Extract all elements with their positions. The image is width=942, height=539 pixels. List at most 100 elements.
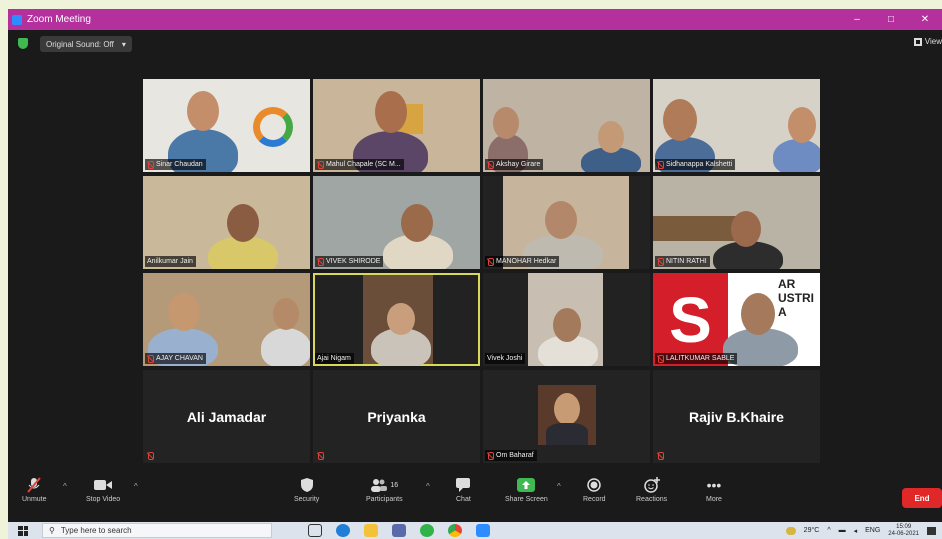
search-icon: ⚲ (49, 526, 55, 535)
video-camera-icon (94, 474, 113, 496)
participant-head (387, 303, 415, 335)
video-tile[interactable]: VIVEK SHIRODE (313, 176, 480, 269)
mic-muted-icon (317, 258, 324, 266)
zoom-taskbar-icon[interactable] (476, 524, 490, 537)
participant-name-label: Vivek Joshi (485, 353, 526, 364)
zoom-window: Zoom Meeting – □ ✕ Original Sound: Off ▾… (8, 9, 942, 539)
notifications-icon[interactable] (927, 526, 936, 535)
security-button[interactable]: Security (294, 474, 319, 503)
video-off-tile[interactable]: Ali Jamadar (143, 370, 310, 463)
video-off-tile[interactable]: Rajiv B.Khaire (653, 370, 820, 463)
mic-muted-icon (657, 258, 664, 266)
video-tile[interactable]: Anilkumar Jain (143, 176, 310, 269)
participants-icon: 16 (370, 474, 398, 496)
video-off-tile[interactable]: Priyanka (313, 370, 480, 463)
video-tile[interactable]: MANOHAR Hedkar (483, 176, 650, 269)
whatsapp-icon[interactable] (420, 524, 434, 537)
mic-muted-icon (487, 452, 494, 460)
participant-head (663, 99, 697, 141)
participant-name-label (655, 450, 669, 461)
meeting-top-bar: Original Sound: Off ▾ View (8, 30, 942, 56)
chrome-icon[interactable] (448, 524, 462, 537)
participants-button[interactable]: 16 Participants (366, 474, 403, 503)
participant-display-name: Ali Jamadar (186, 408, 267, 425)
original-sound-label: Original Sound: Off (46, 39, 114, 49)
video-tile[interactable]: Mahul Chapale (SC M... (313, 79, 480, 172)
mic-muted-icon (487, 258, 494, 266)
mic-muted-icon (317, 452, 324, 460)
mic-muted-icon (317, 161, 324, 169)
video-tile[interactable]: Sinar Chaudan (143, 79, 310, 172)
taskbar-clock[interactable]: 15:09 24-06-2021 (888, 524, 919, 538)
record-button[interactable]: Record (583, 474, 606, 503)
active-speaker-tile[interactable]: Ajai Nigam (313, 273, 480, 366)
network-icon[interactable]: ▬ (839, 527, 846, 534)
video-tile[interactable]: S AR USTRI A LALITKUMAR SABLE (653, 273, 820, 366)
video-tile[interactable]: Vivek Joshi (483, 273, 650, 366)
video-tile[interactable]: AJAY CHAVAN (143, 273, 310, 366)
temperature-label[interactable]: 29°C (804, 527, 820, 534)
meeting-controls: Unmute ^ Stop Video ^ Security 16 Partic… (8, 468, 942, 522)
participant-head (598, 121, 624, 153)
participant-name-label: Sinar Chaudan (145, 159, 206, 170)
video-tile[interactable]: Sidhanappa Kalshetti (653, 79, 820, 172)
share-options-caret[interactable]: ^ (557, 482, 561, 491)
participant-head (273, 298, 299, 330)
weather-icon[interactable] (785, 526, 796, 535)
video-options-caret[interactable]: ^ (134, 482, 138, 491)
close-button[interactable]: ✕ (908, 9, 942, 30)
window-controls: – □ ✕ (840, 9, 942, 30)
edge-icon[interactable] (336, 524, 350, 537)
video-tile[interactable]: NITIN RATHI (653, 176, 820, 269)
chat-button[interactable]: Chat (456, 474, 471, 503)
zoom-app-icon (12, 14, 22, 25)
mic-muted-icon (657, 452, 664, 460)
mic-muted-icon (147, 452, 154, 460)
end-meeting-button[interactable]: End (902, 488, 942, 508)
participant-head (187, 91, 219, 131)
chevron-down-icon: ▾ (121, 39, 126, 49)
participant-name-label: Mahul Chapale (SC M... (315, 159, 404, 170)
participant-body (773, 139, 820, 172)
volume-icon[interactable]: ◂ (854, 527, 858, 535)
unmute-options-caret[interactable]: ^ (63, 482, 67, 491)
video-tile[interactable]: Akshay Girare (483, 79, 650, 172)
minimize-button[interactable]: – (840, 9, 874, 30)
mic-muted-icon (657, 355, 664, 363)
participant-head (227, 204, 259, 242)
participant-name-label: Sidhanappa Kalshetti (655, 159, 736, 170)
video-off-tile[interactable]: Om Baharaf (483, 370, 650, 463)
participant-body (261, 328, 310, 366)
stop-video-button[interactable]: Stop Video (86, 474, 120, 503)
participants-options-caret[interactable]: ^ (426, 482, 430, 491)
participant-head (375, 91, 407, 133)
participant-name-label: LALITKUMAR SABLE (655, 353, 738, 364)
task-view-icon[interactable] (308, 524, 322, 537)
participant-head (493, 107, 519, 139)
profile-face (554, 393, 580, 425)
search-placeholder: Type here to search (60, 526, 132, 535)
participants-count: 16 (390, 481, 399, 489)
camera-app-icon[interactable] (392, 524, 406, 537)
reactions-button[interactable]: Reactions (636, 474, 667, 503)
file-explorer-icon[interactable] (364, 524, 378, 537)
emoji-plus-icon (643, 474, 660, 496)
participant-name-label (145, 450, 159, 461)
chevron-up-icon[interactable]: ^ (827, 527, 830, 534)
windows-start-icon[interactable] (18, 525, 28, 536)
share-screen-button[interactable]: Share Screen (505, 474, 548, 503)
maximize-button[interactable]: □ (874, 9, 908, 30)
language-indicator[interactable]: ENG (865, 527, 880, 534)
taskbar-search-box[interactable]: ⚲ Type here to search (42, 523, 272, 538)
participant-head (788, 107, 816, 143)
unmute-button[interactable]: Unmute (22, 474, 47, 503)
pinned-apps (308, 524, 490, 537)
microphone-muted-icon (27, 474, 42, 496)
view-button[interactable]: View (913, 37, 942, 46)
shield-icon[interactable] (18, 38, 28, 49)
original-sound-button[interactable]: Original Sound: Off ▾ (40, 36, 132, 52)
more-button[interactable]: ••• More (706, 474, 722, 503)
participant-name-label: Akshay Girare (485, 159, 544, 170)
ellipsis-icon: ••• (706, 477, 722, 493)
chat-bubble-icon (456, 474, 471, 496)
